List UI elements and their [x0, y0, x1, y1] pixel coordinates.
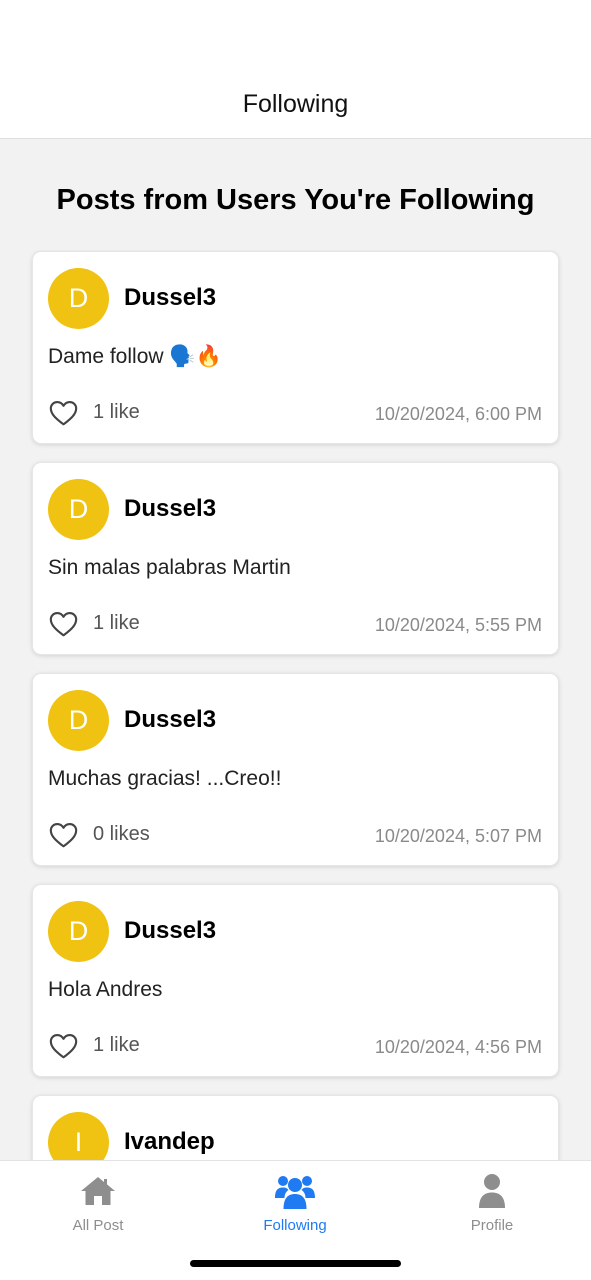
post-feed[interactable]: D Dussel3 Dame follow 🗣️🔥 1 like 10/20/2… [0, 250, 591, 1160]
like-count: 1 like [93, 401, 140, 423]
post-timestamp: 10/20/2024, 5:55 PM [374, 615, 542, 635]
post-card: D Dussel3 Dame follow 🗣️🔥 1 like 10/20/2… [32, 251, 559, 444]
heart-icon [49, 823, 78, 848]
avatar[interactable]: I [48, 1112, 109, 1160]
tab-label: Profile [470, 1217, 514, 1234]
post-card: I Ivandep [32, 1095, 559, 1160]
tab-all-post[interactable]: All Post [18, 1161, 178, 1251]
tab-label: Following [263, 1217, 327, 1234]
like-button[interactable] [47, 397, 80, 429]
like-button[interactable] [47, 819, 80, 851]
post-timestamp: 10/20/2024, 4:56 PM [374, 1037, 542, 1057]
post-username[interactable]: Ivandep [124, 1128, 215, 1156]
like-count: 0 likes [93, 823, 150, 845]
like-button[interactable] [47, 1030, 80, 1062]
heart-icon [49, 401, 78, 426]
post-content: Muchas gracias! ...Creo!! [48, 767, 282, 790]
like-count: 1 like [93, 1034, 140, 1056]
post-username[interactable]: Dussel3 [124, 917, 216, 945]
users-icon [274, 1171, 316, 1211]
home-icon [77, 1171, 119, 1211]
post-timestamp: 10/20/2024, 6:00 PM [374, 404, 542, 424]
post-content: Hola Andres [48, 978, 163, 1001]
home-indicator[interactable] [190, 1260, 401, 1267]
post-card: D Dussel3 Muchas gracias! ...Creo!! 0 li… [32, 673, 559, 866]
like-count: 1 like [93, 612, 140, 634]
post-card: D Dussel3 Hola Andres 1 like 10/20/2024,… [32, 884, 559, 1077]
user-icon [471, 1171, 513, 1211]
post-card: D Dussel3 Sin malas palabras Martin 1 li… [32, 462, 559, 655]
post-username[interactable]: Dussel3 [124, 495, 216, 523]
header-title: Following [242, 90, 349, 118]
post-username[interactable]: Dussel3 [124, 706, 216, 734]
tab-profile[interactable]: Profile [412, 1161, 572, 1251]
heart-icon [49, 612, 78, 637]
avatar[interactable]: D [48, 479, 109, 540]
post-username[interactable]: Dussel3 [124, 284, 216, 312]
post-content: Sin malas palabras Martin [48, 556, 291, 579]
avatar[interactable]: D [48, 690, 109, 751]
feed-title: Posts from Users You're Following [56, 184, 535, 216]
post-timestamp: 10/20/2024, 5:07 PM [374, 826, 542, 846]
like-button[interactable] [47, 608, 80, 640]
app-header: Following [0, 0, 591, 139]
avatar[interactable]: D [48, 901, 109, 962]
tab-label: All Post [72, 1217, 124, 1234]
avatar[interactable]: D [48, 268, 109, 329]
tab-following[interactable]: Following [215, 1161, 375, 1251]
post-content: Dame follow 🗣️🔥 [48, 345, 222, 368]
heart-icon [49, 1034, 78, 1059]
